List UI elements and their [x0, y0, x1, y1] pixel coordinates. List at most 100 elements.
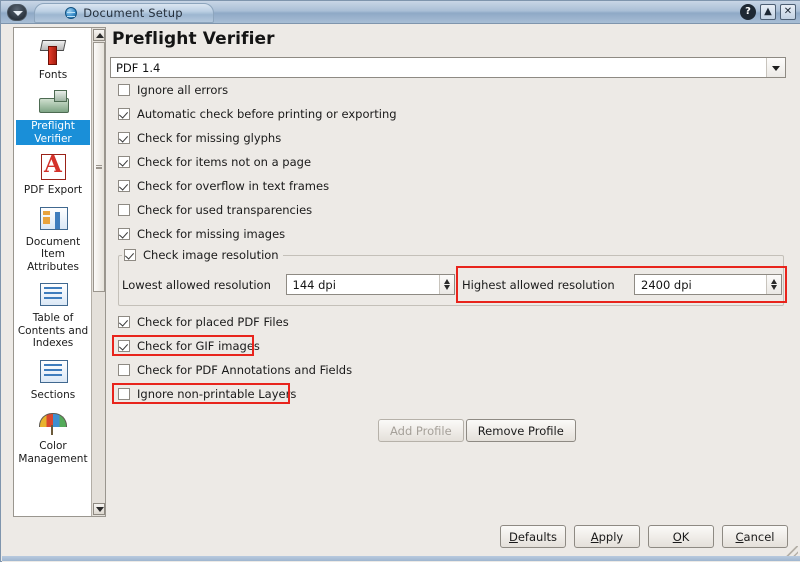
page-title: Preflight Verifier: [112, 29, 275, 49]
defaults-button[interactable]: Defaults: [500, 525, 566, 548]
checkbox-missing-glyphs[interactable]: [118, 132, 130, 144]
checkbox-missing-images[interactable]: [118, 228, 130, 240]
checkbox-row-ignore-all-errors[interactable]: Ignore all errors: [110, 78, 790, 102]
stepper-arrows-icon[interactable]: [439, 275, 454, 294]
globe-icon: [65, 7, 78, 19]
checkbox-label: Automatic check before printing or expor…: [137, 107, 397, 121]
checkbox-used-transparencies[interactable]: [118, 204, 130, 216]
resolution-row: Lowest allowed resolution 144 dpi Highes…: [122, 266, 787, 303]
highest-resolution-stepper[interactable]: 2400 dpi: [634, 274, 782, 295]
check-list-bottom: Check for placed PDF Files Check for GIF…: [110, 310, 790, 406]
sidebar-item-label: Sections: [30, 388, 76, 401]
sidebar-item-label: Preflight Verifier: [16, 120, 90, 145]
tab-document-setup[interactable]: Document Setup: [34, 3, 214, 23]
umbrella-icon: [36, 408, 70, 438]
checkbox-row-overflow-text-frames[interactable]: Check for overflow in text frames: [110, 174, 790, 198]
sidebar-item-document-item-attributes[interactable]: Document Item Attributes: [14, 201, 92, 278]
checkbox-label: Check for PDF Annotations and Fields: [137, 363, 353, 377]
checkbox-gif-images[interactable]: [118, 340, 130, 352]
lowest-resolution-value: 144 dpi: [292, 277, 336, 292]
sidebar-scrollbar[interactable]: [91, 28, 105, 516]
sidebar-item-label: Document Item Attributes: [25, 235, 81, 273]
pdf-icon: [36, 152, 70, 182]
checkbox-ignore-non-printable-layers[interactable]: [118, 388, 130, 400]
checkbox-row-missing-glyphs[interactable]: Check for missing glyphs: [110, 126, 790, 150]
image-resolution-group: Check image resolution Lowest allowed re…: [110, 248, 787, 306]
list-icon: [36, 357, 70, 387]
checkbox-row-pdf-annotations[interactable]: Check for PDF Annotations and Fields: [110, 358, 790, 382]
profile-combo[interactable]: PDF 1.4: [110, 57, 786, 78]
sidebar-item-label: Color Management: [18, 440, 88, 465]
window-title: Document Setup: [83, 6, 183, 20]
checkbox-label: Check for missing images: [137, 227, 286, 241]
sidebar-item-fonts[interactable]: Fonts: [14, 34, 92, 86]
checkbox-row-items-not-on-page[interactable]: Check for items not on a page: [110, 150, 790, 174]
sidebar-item-table-of-contents[interactable]: Table of Contents and Indexes: [14, 277, 92, 354]
ok-button[interactable]: OK: [648, 525, 714, 548]
checkbox-row-used-transparencies[interactable]: Check for used transparencies: [110, 198, 790, 222]
mnemonic: A: [590, 529, 599, 544]
checkbox-label: Ignore all errors: [137, 83, 229, 97]
apply-button[interactable]: Apply: [574, 525, 640, 548]
sidebar-item-color-management[interactable]: Color Management: [14, 405, 92, 469]
checkbox-row-gif-images[interactable]: Check for GIF images: [110, 334, 790, 358]
cancel-button-label: ancel: [743, 529, 775, 544]
remove-profile-button[interactable]: Remove Profile: [465, 419, 576, 442]
check-list-top: Ignore all errors Automatic check before…: [110, 78, 790, 246]
close-icon[interactable]: ✕: [780, 4, 796, 20]
add-profile-button[interactable]: Add Profile: [378, 419, 464, 442]
sidebar-item-label: Hyphenator: [22, 28, 84, 30]
sidebar-list: Hyphenator Fonts Preflight Verifier PDF …: [14, 28, 92, 469]
scrollbar-thumb[interactable]: [93, 42, 105, 292]
checkbox-automatic-check[interactable]: [118, 108, 130, 120]
checkbox-label: Check for used transparencies: [137, 203, 313, 217]
sidebar-item-label: Fonts: [38, 68, 68, 81]
checkbox-row-check-image-resolution[interactable]: Check image resolution: [122, 248, 283, 262]
window-menu-button[interactable]: [7, 4, 27, 21]
checkbox-check-image-resolution[interactable]: [124, 249, 136, 261]
sidebar-item-pdf-export[interactable]: PDF Export: [14, 149, 92, 201]
profile-combo-value: PDF 1.4: [116, 60, 161, 75]
checkbox-ignore-all-errors[interactable]: [118, 84, 130, 96]
document-setup-window: Document Setup ? ▲ ✕ Hyphenator Fonts P: [0, 0, 800, 562]
checkbox-items-not-on-page[interactable]: [118, 156, 130, 168]
lowest-resolution-label: Lowest allowed resolution: [122, 277, 271, 292]
checkbox-label: Check for GIF images: [137, 339, 260, 353]
sidebar-item-preflight-verifier[interactable]: Preflight Verifier: [14, 85, 92, 149]
ok-button-label: K: [681, 529, 690, 544]
checkbox-pdf-annotations[interactable]: [118, 364, 130, 376]
scroll-up-icon[interactable]: [93, 29, 105, 41]
checkbox-label: Check for overflow in text frames: [137, 179, 330, 193]
apply-button-label: pply: [598, 529, 624, 544]
sidebar-item-label: PDF Export: [23, 184, 83, 196]
window-bottom-strip: [2, 556, 800, 561]
checkbox-row-missing-images[interactable]: Check for missing images: [110, 222, 790, 246]
checkbox-label: Check for items not on a page: [137, 155, 312, 169]
dialog-buttons: Defaults Apply OK Cancel: [500, 525, 788, 548]
sidebar: Hyphenator Fonts Preflight Verifier PDF …: [13, 27, 106, 517]
checkbox-row-automatic-check[interactable]: Automatic check before printing or expor…: [110, 102, 790, 126]
mnemonic: C: [735, 529, 744, 544]
checkbox-overflow-text-frames[interactable]: [118, 180, 130, 192]
chevron-down-icon[interactable]: [766, 58, 785, 77]
lowest-resolution-stepper[interactable]: 144 dpi: [285, 274, 455, 295]
group-title-label: Check image resolution: [143, 248, 279, 262]
title-bar: Document Setup ? ▲ ✕: [1, 1, 800, 24]
checkbox-row-placed-pdf-files[interactable]: Check for placed PDF Files: [110, 310, 790, 334]
checkbox-label: Check for missing glyphs: [137, 131, 282, 145]
main-panel: Preflight Verifier PDF 1.4 Ignore all er…: [110, 27, 790, 442]
mnemonic: O: [672, 529, 682, 544]
sidebar-item-sections[interactable]: Sections: [14, 354, 92, 406]
scroll-down-icon[interactable]: [93, 503, 105, 515]
maximize-icon[interactable]: ▲: [760, 4, 776, 20]
checkbox-row-ignore-non-printable-layers[interactable]: Ignore non-printable Layers: [110, 382, 790, 406]
help-icon[interactable]: ?: [740, 4, 756, 20]
fonts-icon: [36, 37, 70, 67]
checkbox-label: Check for placed PDF Files: [137, 315, 289, 329]
cancel-button[interactable]: Cancel: [722, 525, 788, 548]
attributes-icon: [36, 204, 70, 234]
highest-resolution-value: 2400 dpi: [641, 277, 692, 292]
checkbox-placed-pdf-files[interactable]: [118, 316, 130, 328]
defaults-button-label: efaults: [517, 529, 558, 544]
stepper-arrows-icon[interactable]: [766, 275, 781, 294]
